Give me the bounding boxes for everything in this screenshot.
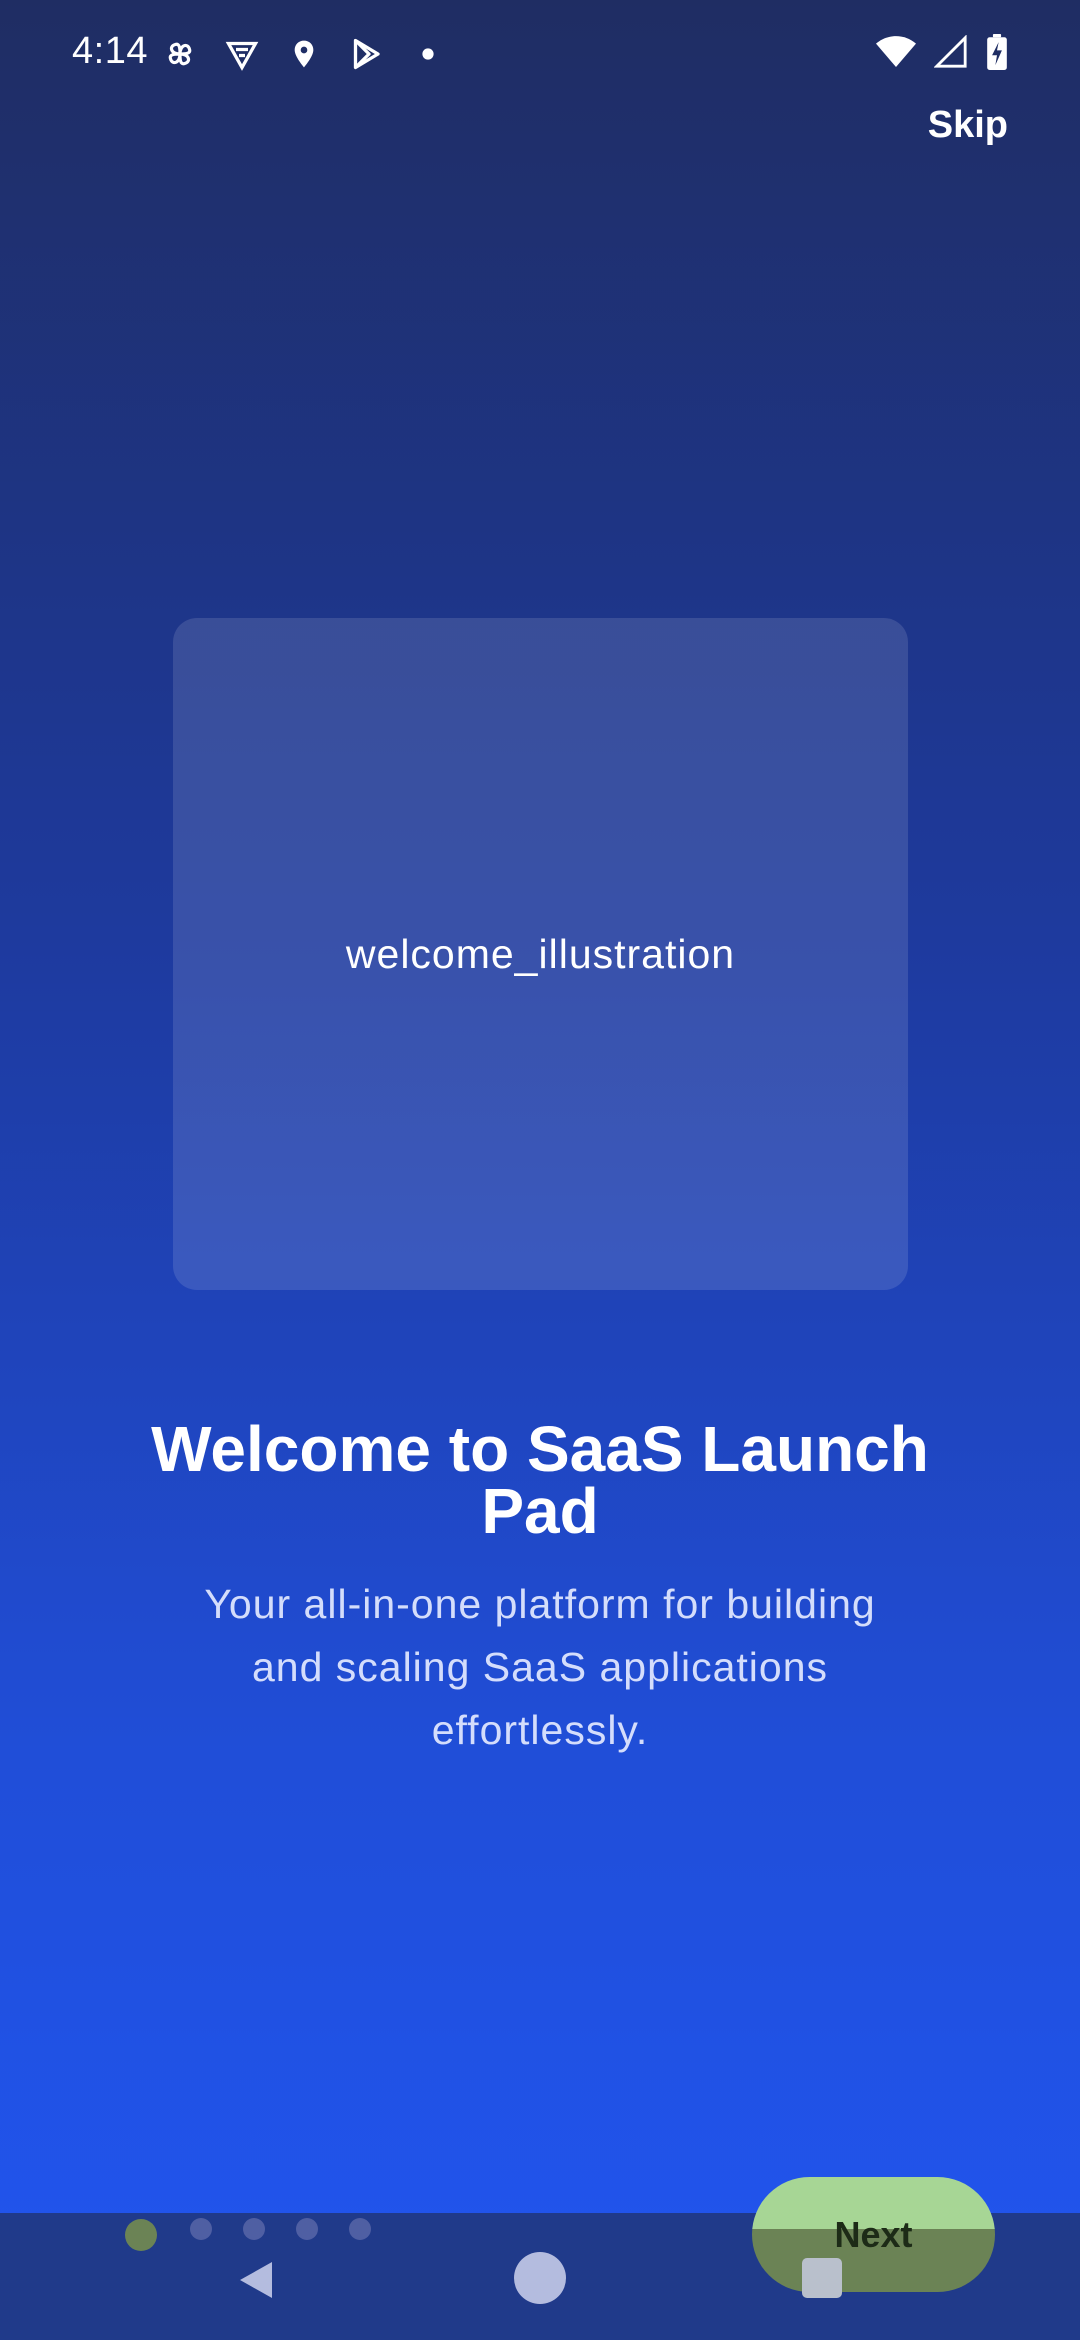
page-dot-3[interactable] <box>243 2218 265 2240</box>
wifi-icon <box>876 35 916 74</box>
shield-icon <box>222 34 262 74</box>
play-store-icon <box>346 34 386 74</box>
page-dot-2[interactable] <box>190 2218 212 2240</box>
cell-signal-icon <box>933 34 968 74</box>
page-dot-5[interactable] <box>349 2218 371 2240</box>
back-icon[interactable] <box>232 2256 280 2304</box>
skip-button[interactable]: Skip <box>922 100 1014 151</box>
welcome-illustration: welcome_illustration <box>173 618 908 1290</box>
pinwheel-icon <box>160 34 200 74</box>
next-button[interactable]: Next <box>752 2177 995 2292</box>
page-dot-4[interactable] <box>296 2218 318 2240</box>
page-title: Welcome to SaaS Launch Pad <box>151 1413 929 1547</box>
status-bar: 4:14 <box>0 0 1080 110</box>
status-icons-left <box>160 34 448 74</box>
illustration-label: welcome_illustration <box>345 930 736 977</box>
status-time: 4:14 <box>72 30 148 72</box>
status-icons-right <box>876 34 1008 75</box>
onboarding-screen: 4:14 Skip welcome_illustration Welcome t… <box>0 0 1080 2340</box>
battery-charging-icon <box>986 34 1008 75</box>
home-icon[interactable] <box>514 2252 566 2304</box>
page-subtitle: Your all-in-one platform for building an… <box>204 1581 876 1753</box>
recent-apps-icon[interactable] <box>802 2258 842 2298</box>
page-dot-1[interactable] <box>125 2219 157 2251</box>
next-button-label: Next <box>834 2213 913 2255</box>
notification-dot-icon <box>408 34 448 74</box>
location-pin-icon <box>284 34 324 74</box>
